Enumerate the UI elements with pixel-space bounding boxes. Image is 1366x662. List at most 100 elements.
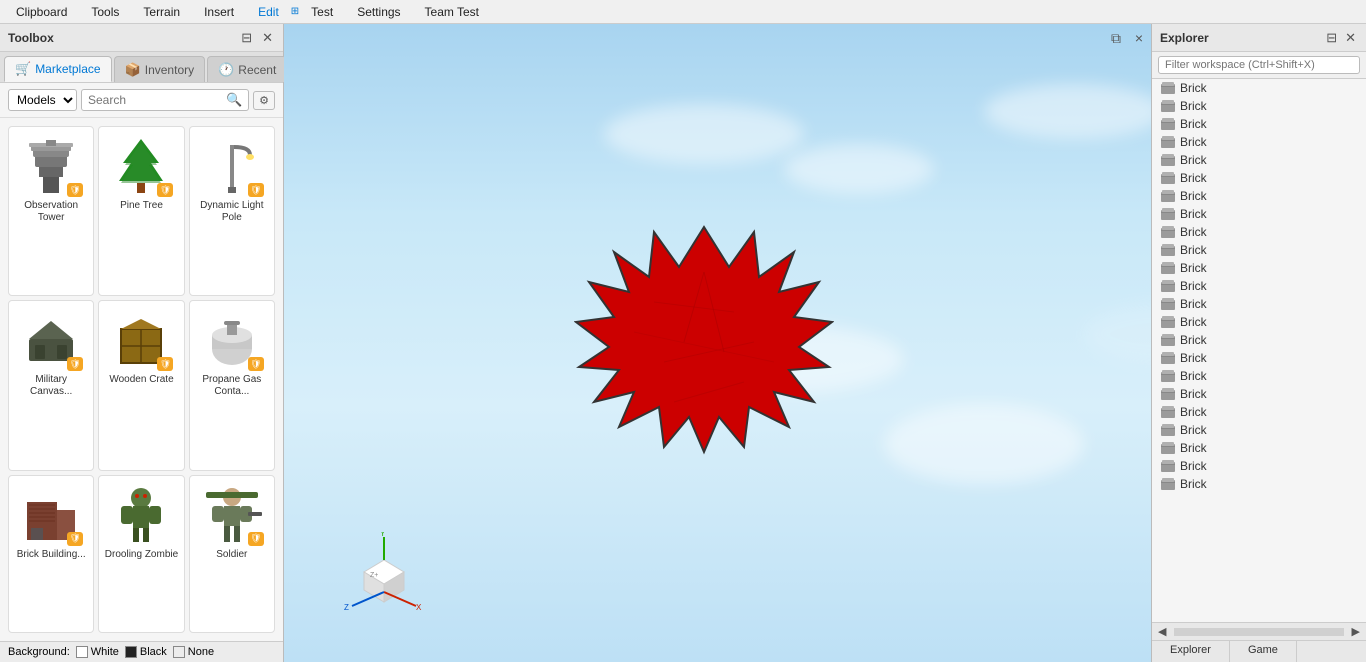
- recent-icon: 🕐: [218, 62, 234, 78]
- search-input[interactable]: [88, 93, 226, 107]
- explorer-item[interactable]: Brick: [1152, 169, 1366, 187]
- item-label-5: Propane Gas Conta...: [194, 374, 270, 398]
- explorer-item[interactable]: Brick: [1152, 403, 1366, 421]
- item-img-brick-building: 🛡: [19, 482, 83, 546]
- bg-black-option[interactable]: Black: [125, 646, 167, 658]
- explorer-item[interactable]: Brick: [1152, 223, 1366, 241]
- explorer-item[interactable]: Brick: [1152, 439, 1366, 457]
- grid-item-light-pole[interactable]: 🛡 Dynamic Light Pole: [189, 126, 275, 296]
- viewport-close-button[interactable]: ×: [1135, 30, 1143, 46]
- explorer-item[interactable]: Brick: [1152, 133, 1366, 151]
- brick-icon: [1160, 459, 1176, 473]
- tab-marketplace[interactable]: 🛒 Marketplace: [4, 56, 112, 82]
- brick-icon: [1160, 243, 1176, 257]
- bg-black-label: Black: [140, 646, 167, 658]
- bottom-tabs: Explorer Game: [1152, 640, 1366, 662]
- explorer-item[interactable]: Brick: [1152, 241, 1366, 259]
- grid-item-observation-tower[interactable]: 🛡 Observation Tower: [8, 126, 94, 296]
- explorer-item[interactable]: Brick: [1152, 259, 1366, 277]
- items-grid: 🛡 Observation Tower 🛡 Pine Tree: [0, 118, 283, 641]
- item-label-6: Brick Building...: [17, 549, 86, 561]
- menu-teamtest[interactable]: Team Test: [413, 3, 491, 21]
- explorer-item-label: Brick: [1180, 243, 1207, 257]
- brick-icon: [1160, 261, 1176, 275]
- grid-item-brick-building[interactable]: 🛡 Brick Building...: [8, 475, 94, 633]
- explorer-item[interactable]: Brick: [1152, 97, 1366, 115]
- item-label-4: Wooden Crate: [109, 374, 173, 386]
- explorer-filter-input[interactable]: [1158, 56, 1360, 74]
- grid-item-wooden-crate[interactable]: 🛡 Wooden Crate: [98, 300, 184, 470]
- explorer-item[interactable]: Brick: [1152, 115, 1366, 133]
- explorer-item[interactable]: Brick: [1152, 295, 1366, 313]
- explorer-item[interactable]: Brick: [1152, 421, 1366, 439]
- item-img-military-canvas: 🛡: [19, 307, 83, 371]
- explorer-close-button[interactable]: ✕: [1343, 30, 1358, 46]
- tabs-row: 🛒 Marketplace 📦 Inventory 🕐 Recent: [0, 52, 283, 83]
- menu-clipboard[interactable]: Clipboard: [4, 3, 79, 21]
- inventory-icon: 📦: [125, 62, 141, 78]
- menu-insert[interactable]: Insert: [192, 3, 246, 21]
- explorer-item[interactable]: Brick: [1152, 187, 1366, 205]
- explorer-item[interactable]: Brick: [1152, 367, 1366, 385]
- explorer-item[interactable]: Brick: [1152, 457, 1366, 475]
- toolbox-minimize-button[interactable]: ⊟: [239, 30, 254, 46]
- menu-edit[interactable]: Edit: [246, 3, 291, 21]
- shield-badge-5: 🛡: [157, 357, 173, 371]
- explorer-item[interactable]: Brick: [1152, 385, 1366, 403]
- explorer-nav-right[interactable]: ▶: [1346, 625, 1366, 638]
- explorer-item[interactable]: Brick: [1152, 205, 1366, 223]
- brick-icon: [1160, 81, 1176, 95]
- viewport-copy-button[interactable]: ⧉: [1111, 30, 1121, 47]
- menu-bar: Clipboard Tools Terrain Insert Edit ⊞ Te…: [0, 0, 1366, 24]
- explorer-filter: [1152, 52, 1366, 79]
- brick-icon: [1160, 369, 1176, 383]
- menu-settings[interactable]: Settings: [345, 3, 412, 21]
- grid-item-military-canvas[interactable]: 🛡 Military Canvas...: [8, 300, 94, 470]
- cloud-1: [604, 104, 804, 164]
- grid-item-propane[interactable]: 🛡 Propane Gas Conta...: [189, 300, 275, 470]
- grid-item-zombie[interactable]: Drooling Zombie: [98, 475, 184, 633]
- explorer-minimize-button[interactable]: ⊟: [1324, 30, 1339, 46]
- viewport[interactable]: ⧉ × Z+: [284, 24, 1151, 662]
- grid-item-soldier[interactable]: 🛡 Soldier: [189, 475, 275, 633]
- explorer-item[interactable]: Brick: [1152, 277, 1366, 295]
- toolbox-close-button[interactable]: ✕: [260, 30, 275, 46]
- models-dropdown[interactable]: Models: [8, 89, 77, 111]
- svg-text:Z: Z: [344, 603, 349, 612]
- menu-tools[interactable]: Tools: [79, 3, 131, 21]
- explorer-item-label: Brick: [1180, 423, 1207, 437]
- bottom-tab-explorer[interactable]: Explorer: [1152, 641, 1230, 662]
- bg-none-option[interactable]: None: [173, 646, 214, 658]
- explorer-item-label: Brick: [1180, 135, 1207, 149]
- tab-recent[interactable]: 🕐 Recent: [207, 56, 287, 82]
- explorer-item[interactable]: Brick: [1152, 349, 1366, 367]
- brick-icon: [1160, 405, 1176, 419]
- explorer-item[interactable]: Brick: [1152, 331, 1366, 349]
- cloud-3: [984, 84, 1151, 139]
- menu-terrain[interactable]: Terrain: [131, 3, 192, 21]
- bottom-tab-game[interactable]: Game: [1230, 641, 1297, 662]
- grid-item-pine-tree[interactable]: 🛡 Pine Tree: [98, 126, 184, 296]
- cloud-2: [784, 144, 934, 194]
- toolbox-controls: ⊟ ✕: [239, 30, 275, 46]
- svg-text:Z+: Z+: [370, 572, 378, 579]
- explorer-item[interactable]: Brick: [1152, 475, 1366, 493]
- brick-icon: [1160, 135, 1176, 149]
- brick-icon: [1160, 441, 1176, 455]
- brick-icon: [1160, 297, 1176, 311]
- filter-button[interactable]: ⚙: [253, 91, 275, 110]
- explorer-item[interactable]: Brick: [1152, 79, 1366, 97]
- tab-inventory[interactable]: 📦 Inventory: [114, 56, 206, 82]
- explorer-item[interactable]: Brick: [1152, 151, 1366, 169]
- explorer-item-label: Brick: [1180, 441, 1207, 455]
- explorer-nav-left[interactable]: ◀: [1152, 625, 1172, 638]
- explorer-item-label: Brick: [1180, 225, 1207, 239]
- brick-icon: [1160, 315, 1176, 329]
- bg-white-option[interactable]: White: [76, 646, 119, 658]
- background-label: Background:: [8, 646, 70, 658]
- explosion-shape: [574, 222, 814, 442]
- shield-badge-2: 🛡: [157, 183, 173, 197]
- menu-test[interactable]: Test: [299, 3, 345, 21]
- explorer-item-label: Brick: [1180, 99, 1207, 113]
- explorer-item[interactable]: Brick: [1152, 313, 1366, 331]
